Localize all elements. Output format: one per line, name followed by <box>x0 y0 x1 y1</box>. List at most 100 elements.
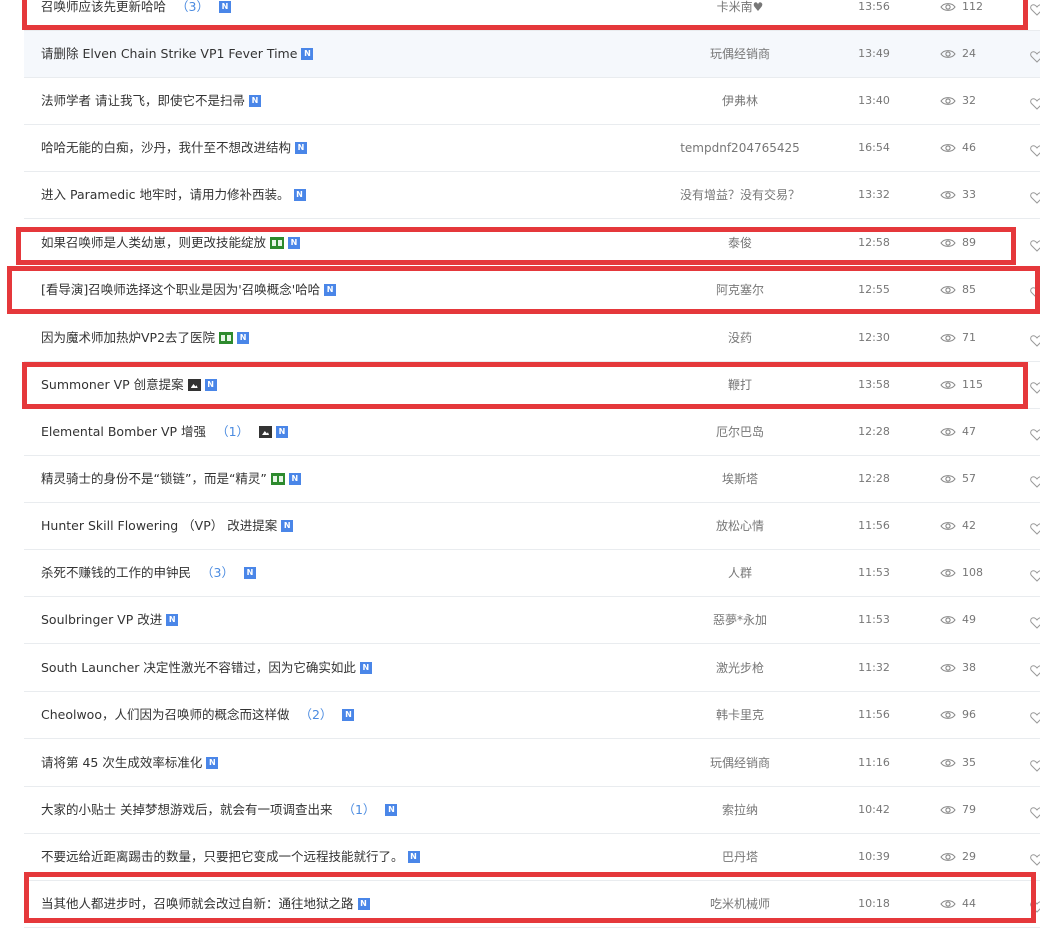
post-title[interactable]: 不要远给近距离踢击的数量，只要把它变成一个远程技能就行了。 <box>41 834 404 880</box>
comment-count[interactable]: （1） <box>216 409 249 455</box>
post-title-link[interactable]: Hunter Skill Flowering （VP） 改进提案 N <box>41 503 294 549</box>
post-title[interactable]: 因为魔术师加热炉VP2去了医院 <box>41 315 215 361</box>
post-title-link[interactable]: 请将第 45 次生成效率标准化 N <box>41 740 219 786</box>
heart-icon[interactable] <box>1030 662 1040 677</box>
list-item[interactable]: 当其他人都进步时，召唤师就会改过自新：通往地狱之路 N 吃米机械师 10:18 … <box>24 881 1040 928</box>
heart-icon[interactable] <box>1030 851 1040 866</box>
post-title[interactable]: 精灵骑士的身份不是“锁链”，而是“精灵” <box>41 456 267 502</box>
post-author[interactable]: 巴丹塔 <box>680 834 800 880</box>
list-item[interactable]: 召唤师应该先更新哈哈 （3） N 卡米南♥ 13:56 112 <box>24 0 1040 31</box>
heart-icon[interactable] <box>1030 189 1040 204</box>
list-item[interactable]: 进入 Paramedic 地牢时，请用力修补西装。 N 没有增益？没有交易？ 1… <box>24 172 1040 219</box>
heart-icon[interactable] <box>1030 709 1040 724</box>
post-author[interactable]: 玩偶经销商 <box>680 740 800 786</box>
post-title-link[interactable]: Cheolwoo，人们因为召唤师的概念而这样做 （2） N <box>41 692 355 738</box>
post-title-link[interactable]: 哈哈无能的白痴，沙丹，我什至不想改进结构 N <box>41 125 308 171</box>
post-title[interactable]: [看导演]召唤师选择这个职业是因为'召唤概念'哈哈 <box>41 267 320 313</box>
list-item[interactable]: 请删除 Elven Chain Strike VP1 Fever Time N … <box>24 31 1040 78</box>
post-author[interactable]: 鞭打 <box>680 362 800 408</box>
comment-count[interactable]: （3） <box>201 550 234 596</box>
comment-count[interactable]: （2） <box>299 692 332 738</box>
list-item[interactable]: Soulbringer VP 改进 N 惡夢*永加 11:53 49 <box>24 597 1040 644</box>
list-item[interactable]: Cheolwoo，人们因为召唤师的概念而这样做 （2） N 韩卡里克 11:56… <box>24 692 1040 739</box>
heart-icon[interactable] <box>1030 237 1040 252</box>
post-title[interactable]: Summoner VP 创意提案 <box>41 362 184 408</box>
post-title[interactable]: 大家的小贴士 关掉梦想游戏后，就会有一项调查出来 <box>41 787 332 833</box>
post-author[interactable]: 厄尔巴岛 <box>680 409 800 455</box>
post-title[interactable]: 如果召唤师是人类幼崽，则更改技能绽放 <box>41 220 266 266</box>
post-title-link[interactable]: 杀死不赚钱的工作的申钟民 （3） N <box>41 550 256 596</box>
post-author[interactable]: 埃斯塔 <box>680 456 800 502</box>
heart-icon[interactable] <box>1030 284 1040 299</box>
heart-icon[interactable] <box>1030 426 1040 441</box>
comment-count[interactable]: （3） <box>176 0 209 30</box>
heart-icon[interactable] <box>1030 379 1040 394</box>
post-title-link[interactable]: 法师学者 请让我飞，即使它不是扫帚 N <box>41 78 261 124</box>
heart-icon[interactable] <box>1030 614 1040 629</box>
post-author[interactable]: 没药 <box>680 315 800 361</box>
post-title-link[interactable]: 精灵骑士的身份不是“锁链”，而是“精灵” N <box>41 456 301 502</box>
post-title[interactable]: South Launcher 决定性激光不容错过，因为它确实如此 <box>41 645 356 691</box>
comment-count[interactable]: （1） <box>342 787 375 833</box>
heart-icon[interactable] <box>1030 567 1040 582</box>
post-author[interactable]: 激光步枪 <box>680 645 800 691</box>
post-title-link[interactable]: 进入 Paramedic 地牢时，请用力修补西装。 N <box>41 172 306 218</box>
post-title-link[interactable]: Soulbringer VP 改进 N <box>41 597 179 643</box>
post-title[interactable]: 召唤师应该先更新哈哈 <box>41 0 166 30</box>
heart-icon[interactable] <box>1030 1 1040 16</box>
list-item[interactable]: [看导演]召唤师选择这个职业是因为'召唤概念'哈哈 N 阿克塞尔 12:55 8… <box>24 267 1040 314</box>
post-title[interactable]: Elemental Bomber VP 增强 <box>41 409 206 455</box>
post-title-link[interactable]: 召唤师应该先更新哈哈 （3） N <box>41 0 231 30</box>
list-item[interactable]: Summoner VP 创意提案 N 鞭打 13:58 115 <box>24 362 1040 409</box>
post-author[interactable]: 索拉纳 <box>680 787 800 833</box>
post-author[interactable]: 人群 <box>680 550 800 596</box>
post-title-link[interactable]: [看导演]召唤师选择这个职业是因为'召唤概念'哈哈 N <box>41 267 337 313</box>
heart-icon[interactable] <box>1030 142 1040 157</box>
list-item[interactable]: 精灵骑士的身份不是“锁链”，而是“精灵” N 埃斯塔 12:28 57 <box>24 456 1040 503</box>
post-title-link[interactable]: 因为魔术师加热炉VP2去了医院 N <box>41 315 250 361</box>
list-item[interactable]: 哈哈无能的白痴，沙丹，我什至不想改进结构 N tempdnf204765425 … <box>24 125 1040 172</box>
list-item[interactable]: Hunter Skill Flowering （VP） 改进提案 N 放松心情 … <box>24 503 1040 550</box>
post-title[interactable]: 当其他人都进步时，召唤师就会改过自新：通往地狱之路 <box>41 881 354 927</box>
heart-icon[interactable] <box>1030 757 1040 772</box>
post-author[interactable]: 泰俊 <box>680 220 800 266</box>
post-title-link[interactable]: 请删除 Elven Chain Strike VP1 Fever Time N <box>41 31 314 77</box>
post-title[interactable]: 请删除 Elven Chain Strike VP1 Fever Time <box>41 31 297 77</box>
list-item[interactable]: 如果召唤师是人类幼崽，则更改技能绽放 N 泰俊 12:58 89 <box>24 220 1040 267</box>
heart-icon[interactable] <box>1030 804 1040 819</box>
post-author[interactable]: 吃米机械师 <box>680 881 800 927</box>
list-item[interactable]: 因为魔术师加热炉VP2去了医院 N 没药 12:30 71 <box>24 315 1040 362</box>
post-title[interactable]: 杀死不赚钱的工作的申钟民 <box>41 550 191 596</box>
post-title-link[interactable]: 当其他人都进步时，召唤师就会改过自新：通往地狱之路 N <box>41 881 370 927</box>
post-author[interactable]: 没有增益？没有交易？ <box>680 172 800 218</box>
post-author[interactable]: 阿克塞尔 <box>680 267 800 313</box>
post-title-link[interactable]: South Launcher 决定性激光不容错过，因为它确实如此 N <box>41 645 372 691</box>
post-title[interactable]: 法师学者 请让我飞，即使它不是扫帚 <box>41 78 245 124</box>
post-author[interactable]: 卡米南♥ <box>680 0 800 30</box>
list-item[interactable]: 法师学者 请让我飞，即使它不是扫帚 N 伊弗林 13:40 32 <box>24 78 1040 125</box>
post-title[interactable]: 请将第 45 次生成效率标准化 <box>41 740 202 786</box>
post-title[interactable]: Cheolwoo，人们因为召唤师的概念而这样做 <box>41 692 289 738</box>
heart-icon[interactable] <box>1030 332 1040 347</box>
post-author[interactable]: 玩偶经销商 <box>680 31 800 77</box>
post-title-link[interactable]: Elemental Bomber VP 增强 （1） N <box>41 409 289 455</box>
post-author[interactable]: 放松心情 <box>680 503 800 549</box>
post-title-link[interactable]: 如果召唤师是人类幼崽，则更改技能绽放 N <box>41 220 301 266</box>
post-title[interactable]: Soulbringer VP 改进 <box>41 597 162 643</box>
post-author[interactable]: 韩卡里克 <box>680 692 800 738</box>
list-item[interactable]: South Launcher 决定性激光不容错过，因为它确实如此 N 激光步枪 … <box>24 645 1040 692</box>
post-author[interactable]: 伊弗林 <box>680 78 800 124</box>
post-title-link[interactable]: Summoner VP 创意提案 N <box>41 362 217 408</box>
list-item[interactable]: 大家的小贴士 关掉梦想游戏后，就会有一项调查出来 （1） N 索拉纳 10:42… <box>24 787 1040 834</box>
list-item[interactable]: 请将第 45 次生成效率标准化 N 玩偶经销商 11:16 35 <box>24 740 1040 787</box>
post-title[interactable]: 哈哈无能的白痴，沙丹，我什至不想改进结构 <box>41 125 291 171</box>
post-title[interactable]: Hunter Skill Flowering （VP） 改进提案 <box>41 503 277 549</box>
heart-icon[interactable] <box>1030 898 1040 913</box>
list-item[interactable]: Elemental Bomber VP 增强 （1） N 厄尔巴岛 12:28 … <box>24 409 1040 456</box>
list-item[interactable]: 杀死不赚钱的工作的申钟民 （3） N 人群 11:53 108 <box>24 550 1040 597</box>
heart-icon[interactable] <box>1030 473 1040 488</box>
post-title-link[interactable]: 不要远给近距离踢击的数量，只要把它变成一个远程技能就行了。 N <box>41 834 420 880</box>
list-item[interactable]: 不要远给近距离踢击的数量，只要把它变成一个远程技能就行了。 N 巴丹塔 10:3… <box>24 834 1040 881</box>
post-title[interactable]: 进入 Paramedic 地牢时，请用力修补西装。 <box>41 172 290 218</box>
post-title-link[interactable]: 大家的小贴士 关掉梦想游戏后，就会有一项调查出来 （1） N <box>41 787 398 833</box>
